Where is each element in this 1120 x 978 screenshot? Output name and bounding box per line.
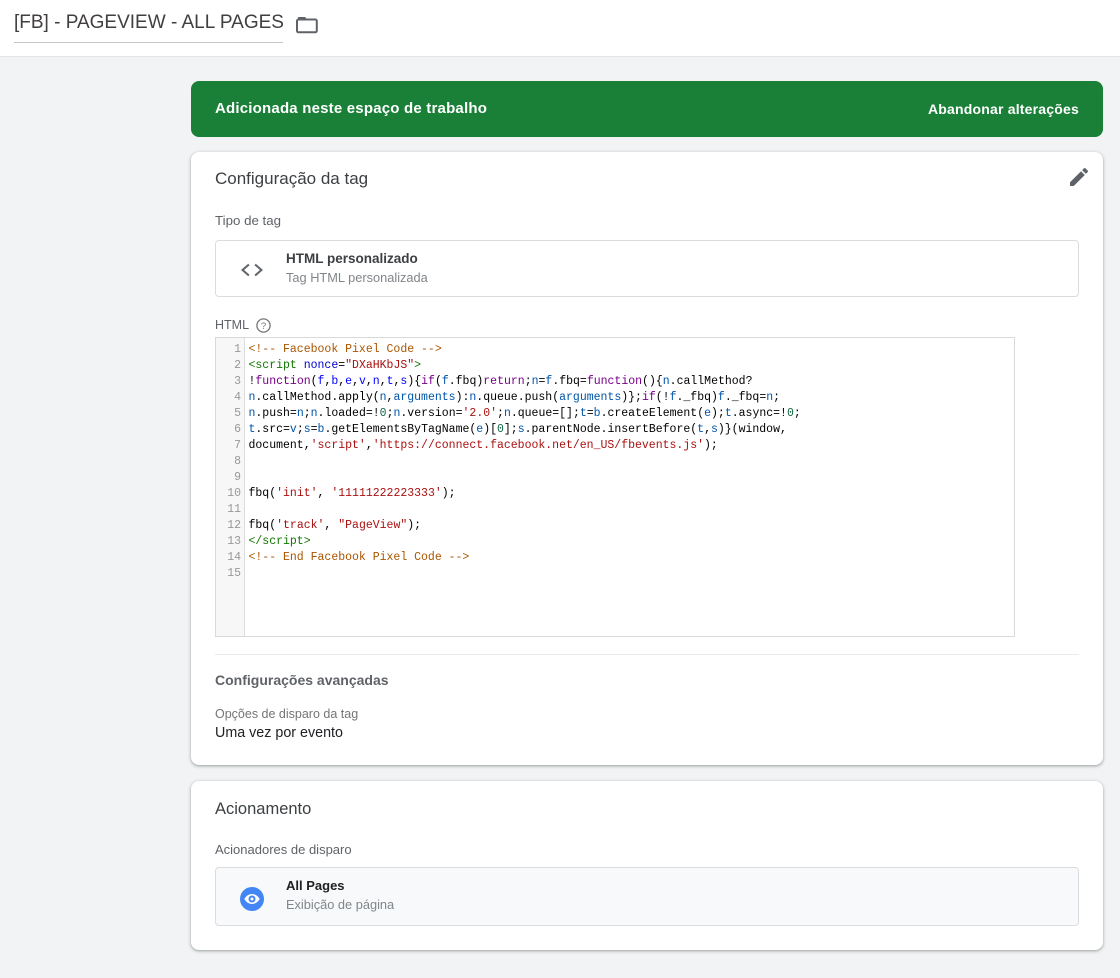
svg-text:?: ?	[260, 321, 265, 332]
